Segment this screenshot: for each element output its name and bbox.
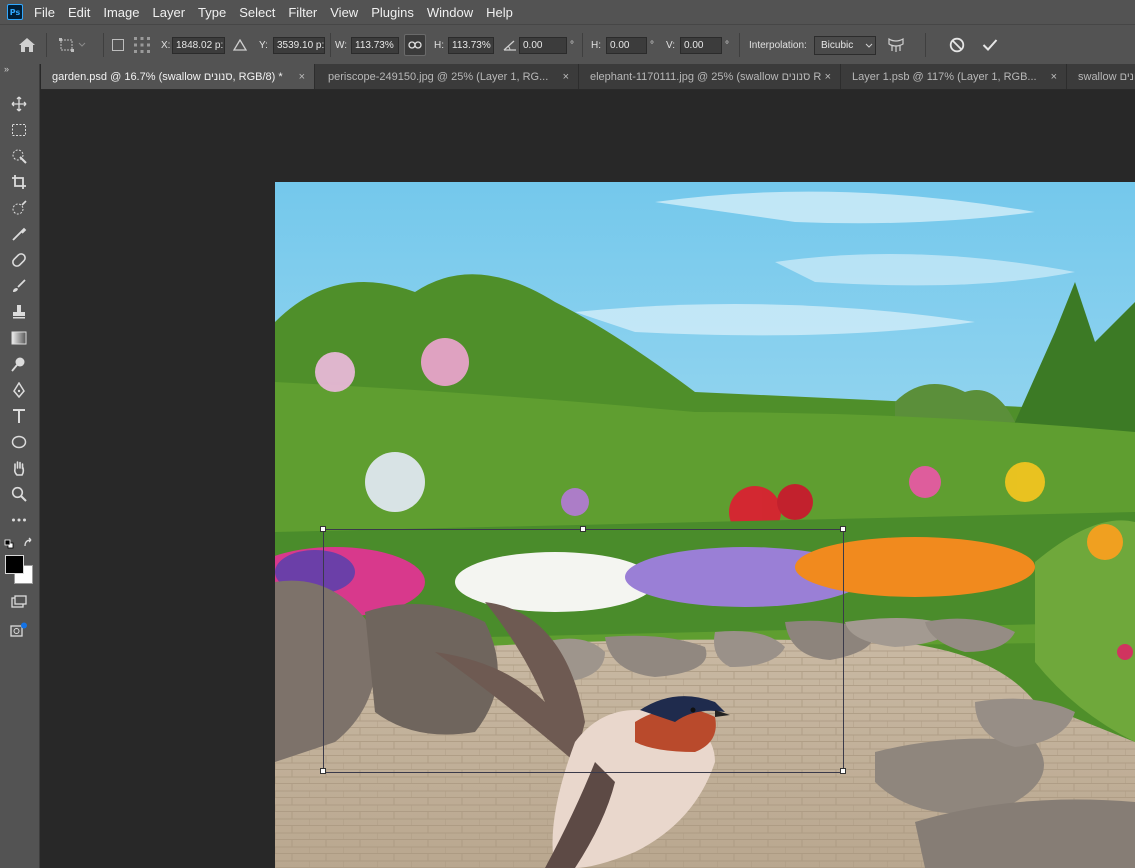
v-skew-label: V: — [666, 39, 676, 51]
close-tab-icon[interactable]: × — [563, 64, 569, 89]
menu-select[interactable]: Select — [238, 5, 276, 20]
x-label: X: — [161, 39, 171, 51]
height-label: H: — [434, 39, 444, 51]
transform-handle-top-center[interactable] — [580, 526, 586, 532]
x-position-input[interactable]: 1848.02 p: — [172, 36, 225, 54]
move-icon[interactable] — [8, 93, 30, 115]
h-skew-label: H: — [591, 39, 601, 51]
brush-icon[interactable] — [8, 275, 30, 297]
default-colors-icon[interactable] — [4, 538, 14, 552]
warp-mode-icon[interactable] — [887, 25, 905, 65]
tools-panel: » — [0, 64, 40, 868]
stamp-icon[interactable] — [8, 301, 30, 323]
cancel-transform-icon[interactable] — [949, 25, 965, 65]
tab-swallow[interactable]: swallow סנונים — [1067, 64, 1135, 89]
v-skew-degree-label: ° — [725, 39, 729, 51]
foreground-color-swatch[interactable] — [5, 555, 24, 574]
interpolation-label: Interpolation: — [749, 39, 807, 51]
hand-icon[interactable] — [8, 457, 30, 479]
rotate-input[interactable]: 0.00 — [519, 36, 567, 54]
transform-handle-top-right[interactable] — [840, 526, 846, 532]
tab-title: garden.psd @ 16.7% (swallow סנונים, RGB/… — [52, 71, 283, 83]
photoshop-logo-icon[interactable]: Ps — [7, 4, 23, 20]
relative-position-icon[interactable] — [233, 25, 247, 65]
menu-filter[interactable]: Filter — [287, 5, 318, 20]
menu-type[interactable]: Type — [197, 5, 227, 20]
rotate-degree-label: ° — [570, 39, 574, 51]
screen-mode-icon[interactable] — [8, 591, 30, 613]
eyedropper-icon[interactable] — [8, 223, 30, 245]
healing-icon[interactable] — [8, 249, 30, 271]
h-skew-input[interactable]: 0.00 — [606, 36, 647, 54]
height-input[interactable]: 113.73% — [448, 36, 494, 54]
tab-layer1[interactable]: Layer 1.psb @ 117% (Layer 1, RGB... × — [841, 64, 1067, 89]
y-label: Y: — [259, 39, 268, 51]
chevron-down-icon — [865, 40, 873, 51]
tab-garden[interactable]: garden.psd @ 16.7% (swallow סנונים, RGB/… — [41, 64, 315, 89]
menu-layer[interactable]: Layer — [152, 5, 187, 20]
h-skew-degree-label: ° — [650, 39, 654, 51]
close-tab-icon[interactable]: × — [1051, 64, 1057, 89]
ellipse-icon[interactable] — [8, 431, 30, 453]
y-position-input[interactable]: 3539.10 p: — [273, 36, 325, 54]
menu-file[interactable]: File — [33, 5, 56, 20]
tab-title: periscope-249150.jpg @ 25% (Layer 1, RG.… — [328, 71, 549, 83]
quick-select-icon[interactable] — [8, 145, 30, 167]
collapse-panel-icon[interactable]: » — [4, 64, 9, 74]
v-skew-input[interactable]: 0.00 — [680, 36, 722, 54]
menu-window[interactable]: Window — [426, 5, 474, 20]
transform-handle-bottom-right[interactable] — [840, 768, 846, 774]
tab-title: swallow סנונים — [1078, 71, 1135, 83]
transform-handle-bottom-left[interactable] — [320, 768, 326, 774]
menu-edit[interactable]: Edit — [67, 5, 91, 20]
menu-plugins[interactable]: Plugins — [370, 5, 415, 20]
menu-view[interactable]: View — [329, 5, 359, 20]
quick-mask-icon[interactable] — [8, 619, 30, 641]
gradient-icon[interactable] — [8, 327, 30, 349]
pen-icon[interactable] — [8, 379, 30, 401]
canvas-area[interactable] — [41, 90, 1135, 868]
rotate-angle-icon — [503, 25, 517, 65]
transform-handle-top-left[interactable] — [320, 526, 326, 532]
width-input[interactable]: 113.73% — [351, 36, 399, 54]
crop-icon[interactable] — [8, 171, 30, 193]
interpolation-select[interactable]: Bicubic — [814, 35, 876, 55]
tab-elephant[interactable]: elephant-1170111.jpg @ 25% (swallow סנונ… — [579, 64, 841, 89]
reference-point-checkbox[interactable] — [112, 25, 124, 65]
options-bar: X: 1848.02 p: Y: 3539.10 p: W: 113.73% H… — [0, 24, 1135, 64]
interpolation-value: Bicubic — [821, 39, 854, 51]
tab-title: Layer 1.psb @ 117% (Layer 1, RGB... — [852, 71, 1037, 83]
width-label: W: — [335, 39, 348, 51]
menu-help[interactable]: Help — [485, 5, 514, 20]
swap-colors-icon[interactable] — [22, 537, 34, 552]
close-tab-icon[interactable]: × — [299, 64, 305, 89]
menu-image[interactable]: Image — [102, 5, 140, 20]
transform-options-icon[interactable] — [58, 25, 88, 65]
tab-periscope[interactable]: periscope-249150.jpg @ 25% (Layer 1, RG.… — [317, 64, 579, 89]
menu-bar: Ps File Edit Image Layer Type Select Fil… — [0, 0, 1135, 24]
frame-icon[interactable] — [8, 197, 30, 219]
more-tools-icon[interactable] — [8, 509, 30, 531]
document-tabs: garden.psd @ 16.7% (swallow סנונים, RGB/… — [41, 64, 1135, 90]
link-proportions-button[interactable] — [404, 34, 426, 56]
zoom-icon[interactable] — [8, 483, 30, 505]
close-tab-icon[interactable]: × — [825, 64, 831, 89]
marquee-icon[interactable] — [8, 119, 30, 141]
commit-transform-icon[interactable] — [982, 25, 998, 65]
tab-title: elephant-1170111.jpg @ 25% (swallow סנונ… — [590, 71, 822, 83]
dodge-icon[interactable] — [8, 353, 30, 375]
type-icon[interactable] — [8, 405, 30, 427]
home-icon[interactable] — [18, 25, 36, 65]
reference-point-grid-icon[interactable] — [133, 25, 151, 65]
transform-bounding-box[interactable] — [323, 529, 844, 773]
